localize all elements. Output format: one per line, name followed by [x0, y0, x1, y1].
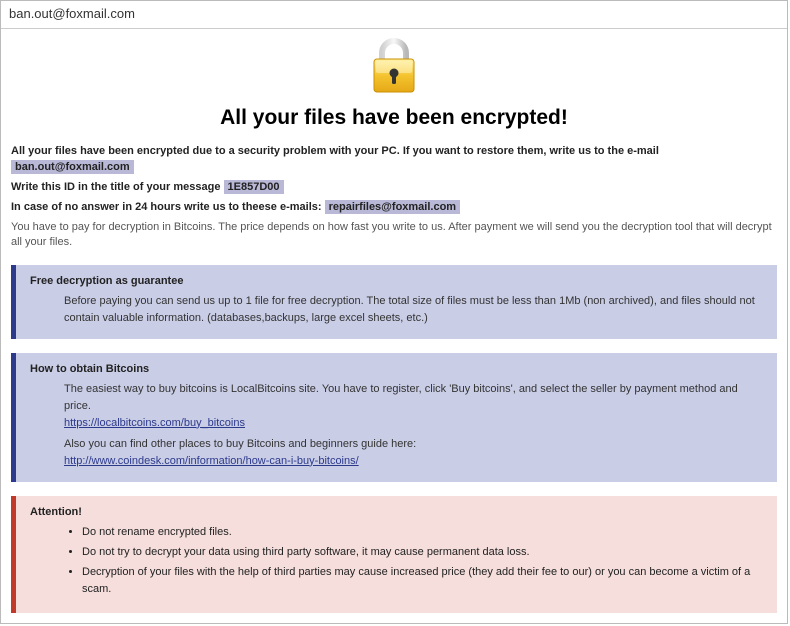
- link-localbitcoins[interactable]: https://localbitcoins.com/buy_bitcoins: [64, 417, 245, 429]
- intro-line-3: In case of no answer in 24 hours write u…: [11, 200, 777, 216]
- payment-note: You have to pay for decryption in Bitcoi…: [11, 220, 777, 251]
- intro-text-1: All your files have been encrypted due t…: [11, 145, 659, 157]
- lock-wrap: [11, 37, 777, 98]
- message-id: 1E857D00: [224, 180, 284, 194]
- window-titlebar: ban.out@foxmail.com: [1, 1, 787, 29]
- panel-obtain-bitcoins: How to obtain Bitcoins The easiest way t…: [11, 353, 777, 482]
- link-coindesk[interactable]: http://www.coindesk.com/information/how-…: [64, 455, 359, 467]
- lock-icon: [368, 37, 420, 98]
- panel-attention-title: Attention!: [30, 506, 763, 518]
- content-area[interactable]: All your files have been encrypted! All …: [1, 29, 787, 623]
- panel-free-title: Free decryption as guarantee: [30, 275, 763, 287]
- obtain-text-1: The easiest way to buy bitcoins is Local…: [64, 381, 763, 415]
- email-secondary: repairfiles@foxmail.com: [325, 200, 461, 214]
- intro-line-2: Write this ID in the title of your messa…: [11, 180, 777, 196]
- email-primary: ban.out@foxmail.com: [11, 160, 134, 174]
- panel-attention: Attention! Do not rename encrypted files…: [11, 496, 777, 613]
- app-window: ban.out@foxmail.com: [0, 0, 788, 624]
- panel-obtain-title: How to obtain Bitcoins: [30, 363, 763, 375]
- window-title: ban.out@foxmail.com: [9, 6, 135, 21]
- obtain-text-2: Also you can find other places to buy Bi…: [64, 436, 763, 453]
- intro-text-2: Write this ID in the title of your messa…: [11, 181, 224, 193]
- attention-item-2: Do not try to decrypt your data using th…: [82, 544, 763, 561]
- page-title: All your files have been encrypted!: [11, 106, 777, 130]
- panel-free-decryption: Free decryption as guarantee Before payi…: [11, 265, 777, 339]
- panel-obtain-body: The easiest way to buy bitcoins is Local…: [30, 381, 763, 470]
- attention-item-3: Decryption of your files with the help o…: [82, 564, 763, 598]
- panel-free-body: Before paying you can send us up to 1 fi…: [30, 293, 763, 327]
- panel-attention-body: Do not rename encrypted files. Do not tr…: [30, 524, 763, 598]
- intro-text-3: In case of no answer in 24 hours write u…: [11, 201, 325, 213]
- attention-list: Do not rename encrypted files. Do not tr…: [64, 524, 763, 598]
- intro-line-1: All your files have been encrypted due t…: [11, 144, 777, 176]
- attention-item-1: Do not rename encrypted files.: [82, 524, 763, 541]
